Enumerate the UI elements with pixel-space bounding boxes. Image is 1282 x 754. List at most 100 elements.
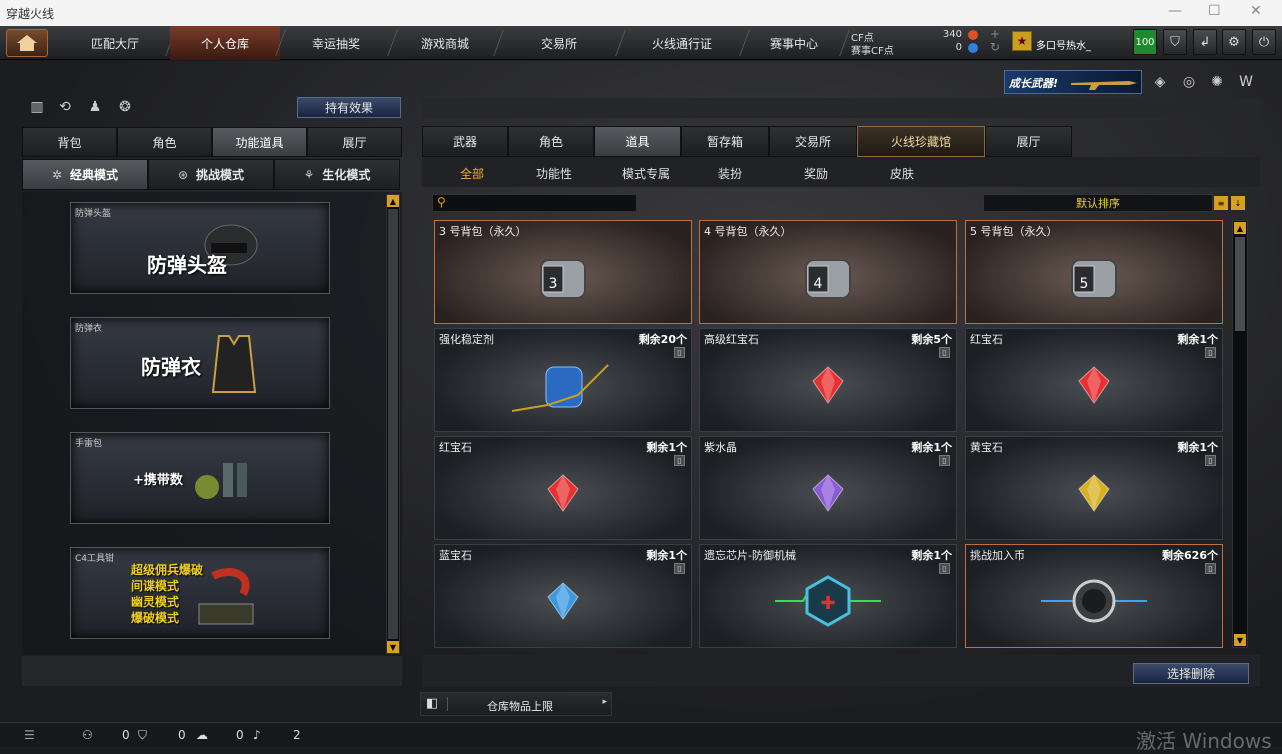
nav-tab-3[interactable]: 游戏商城: [392, 26, 498, 60]
scroll-down-icon[interactable]: ▼: [1234, 634, 1246, 646]
item-count: 剩余5个: [911, 333, 952, 346]
cycle-icon[interactable]: ⟲: [56, 98, 74, 116]
subtab-4[interactable]: 奖励: [776, 160, 856, 186]
left-tab-2[interactable]: 功能道具: [212, 127, 307, 157]
right-tab-5[interactable]: 火线珍藏馆: [857, 126, 985, 157]
nav-tab-2[interactable]: 幸运抽奖: [280, 26, 392, 60]
return-icon[interactable]: ↲: [1193, 29, 1217, 55]
subtab-3[interactable]: 装扮: [690, 160, 770, 186]
left-scrollbar[interactable]: ▲ ▼: [386, 194, 400, 654]
minimize-icon[interactable]: —: [1168, 3, 1182, 19]
left-tab-1[interactable]: 角色: [117, 127, 212, 157]
chat-icon[interactable]: ☁: [196, 728, 208, 742]
list-view-icon[interactable]: ≡: [1214, 196, 1228, 210]
growth-weapon-banner[interactable]: 成长武器!: [1004, 70, 1142, 94]
clan-icon[interactable]: ⛉: [138, 728, 147, 743]
mode-icon: ⚘: [303, 167, 315, 182]
globe-icon[interactable]: ◎: [1180, 73, 1198, 91]
left-footer-bar: [22, 656, 402, 686]
helmet-card[interactable]: 防弹头盔 防弹头盔: [70, 202, 330, 294]
close-icon[interactable]: ✕: [1250, 3, 1262, 19]
left-tab-3[interactable]: 展厅: [307, 127, 402, 157]
friends-icon[interactable]: ⚇: [82, 728, 93, 742]
trash-icon[interactable]: ▯: [1205, 347, 1216, 358]
item-card[interactable]: 紫水晶 剩余1个 ▯: [699, 436, 957, 540]
trash-icon[interactable]: ▯: [674, 563, 685, 574]
item-card[interactable]: 红宝石 剩余1个 ▯: [434, 436, 692, 540]
flame-icon[interactable]: ✺: [1208, 73, 1226, 91]
shield-icon[interactable]: ⛉: [1163, 29, 1187, 55]
item-card[interactable]: 挑战加入币 剩余626个 ▯: [965, 544, 1223, 648]
armor-card[interactable]: 防弹衣 防弹衣: [70, 317, 330, 409]
maximize-icon[interactable]: ☐: [1208, 3, 1221, 19]
trash-icon[interactable]: ▯: [939, 563, 950, 574]
trash-icon[interactable]: ▯: [674, 347, 685, 358]
power-icon[interactable]: ⏻: [1252, 29, 1276, 55]
item-card[interactable]: 3 号背包（永久） 3: [434, 220, 692, 324]
right-tab-1[interactable]: 角色: [508, 126, 594, 157]
user-name[interactable]: 多口号热水_: [1036, 37, 1091, 52]
scroll-up-icon[interactable]: ▲: [1234, 222, 1246, 234]
mode-tab-1[interactable]: ⊛ 挑战模式: [148, 159, 274, 190]
trash-icon[interactable]: ▯: [939, 347, 950, 358]
right-tab-0[interactable]: 武器: [422, 126, 508, 157]
mode-tab-0[interactable]: ✲ 经典模式: [22, 159, 148, 190]
add-cf-icon[interactable]: +: [990, 27, 1000, 41]
sort-dropdown[interactable]: 默认排序: [983, 194, 1213, 212]
subtab-1[interactable]: 功能性: [514, 160, 594, 186]
scroll-up-icon[interactable]: ▲: [387, 195, 399, 207]
right-header-bar: [422, 98, 1260, 118]
scroll-thumb[interactable]: [1235, 237, 1245, 331]
trash-icon[interactable]: ▯: [674, 455, 685, 466]
nav-tab-4[interactable]: 交易所: [498, 26, 620, 60]
subtab-0[interactable]: 全部: [432, 160, 512, 186]
sort-order-icon[interactable]: ↓: [1231, 196, 1245, 210]
scroll-down-icon[interactable]: ▼: [387, 641, 399, 653]
nav-tab-5[interactable]: 火线通行证: [620, 26, 744, 60]
item-card[interactable]: 遗忘芯片-防御机械 剩余1个 ▯ ✚: [699, 544, 957, 648]
item-card[interactable]: 4 号背包（永久） 4: [699, 220, 957, 324]
w-logo-icon[interactable]: W: [1237, 73, 1255, 91]
trash-icon[interactable]: ▯: [939, 455, 950, 466]
right-tab-2[interactable]: 道具: [594, 126, 681, 157]
search-input[interactable]: ⚲: [432, 194, 637, 212]
card-title: 防弹头盔: [147, 253, 227, 277]
capacity-bar[interactable]: ◧ 仓库物品上限 ▸: [420, 692, 612, 716]
nav-tab-6[interactable]: 赛事中心: [744, 26, 844, 60]
nav-tab-0[interactable]: 匹配大厅: [60, 26, 170, 60]
item-card[interactable]: 黄宝石 剩余1个 ▯: [965, 436, 1223, 540]
subtab-5[interactable]: 皮肤: [862, 160, 942, 186]
grenade-icon[interactable]: ❂: [116, 98, 134, 116]
trash-icon[interactable]: ▯: [1205, 563, 1216, 574]
grenade-pack-card[interactable]: 手雷包 +携带数: [70, 432, 330, 524]
right-scrollbar[interactable]: ▲ ▼: [1232, 220, 1248, 648]
item-card[interactable]: 5 号背包（永久） 5: [965, 220, 1223, 324]
item-card[interactable]: 红宝石 剩余1个 ▯: [965, 328, 1223, 432]
item-card[interactable]: 高级红宝石 剩余5个 ▯: [699, 328, 957, 432]
delete-select-button[interactable]: 选择删除: [1133, 663, 1249, 684]
badge-v-icon[interactable]: ◈: [1151, 73, 1169, 91]
item-name: 蓝宝石: [439, 549, 472, 562]
right-tab-3[interactable]: 暂存箱: [681, 126, 769, 157]
effect-button[interactable]: 持有效果: [297, 97, 401, 118]
menu-list-icon[interactable]: ☰: [24, 728, 35, 742]
item-card[interactable]: 强化稳定剂 剩余20个 ▯: [434, 328, 692, 432]
subtab-2[interactable]: 模式专属: [606, 160, 686, 186]
c4-tool-card[interactable]: C4工具钳 超级佣兵爆破 间谍模式 幽灵模式 爆破模式: [70, 547, 330, 639]
right-tab-6[interactable]: 展厅: [985, 126, 1072, 157]
refresh-icon[interactable]: ↻: [990, 40, 1000, 54]
item-name: 红宝石: [439, 441, 472, 454]
home-button[interactable]: [6, 29, 48, 57]
right-tab-4[interactable]: 交易所: [769, 126, 857, 157]
speaker-icon[interactable]: ♪: [253, 728, 261, 742]
stats-icon[interactable]: ▥: [28, 98, 46, 116]
trash-icon[interactable]: ▯: [1205, 455, 1216, 466]
scroll-thumb[interactable]: [388, 209, 398, 639]
character-icon[interactable]: ♟: [86, 98, 104, 116]
card-label: 防弹衣: [75, 324, 103, 334]
nav-tab-1[interactable]: 个人仓库: [170, 26, 280, 60]
gear-icon[interactable]: ⚙: [1222, 29, 1246, 55]
item-card[interactable]: 蓝宝石 剩余1个 ▯: [434, 544, 692, 648]
mode-tab-2[interactable]: ⚘ 生化模式: [274, 159, 400, 190]
left-tab-0[interactable]: 背包: [22, 127, 117, 157]
